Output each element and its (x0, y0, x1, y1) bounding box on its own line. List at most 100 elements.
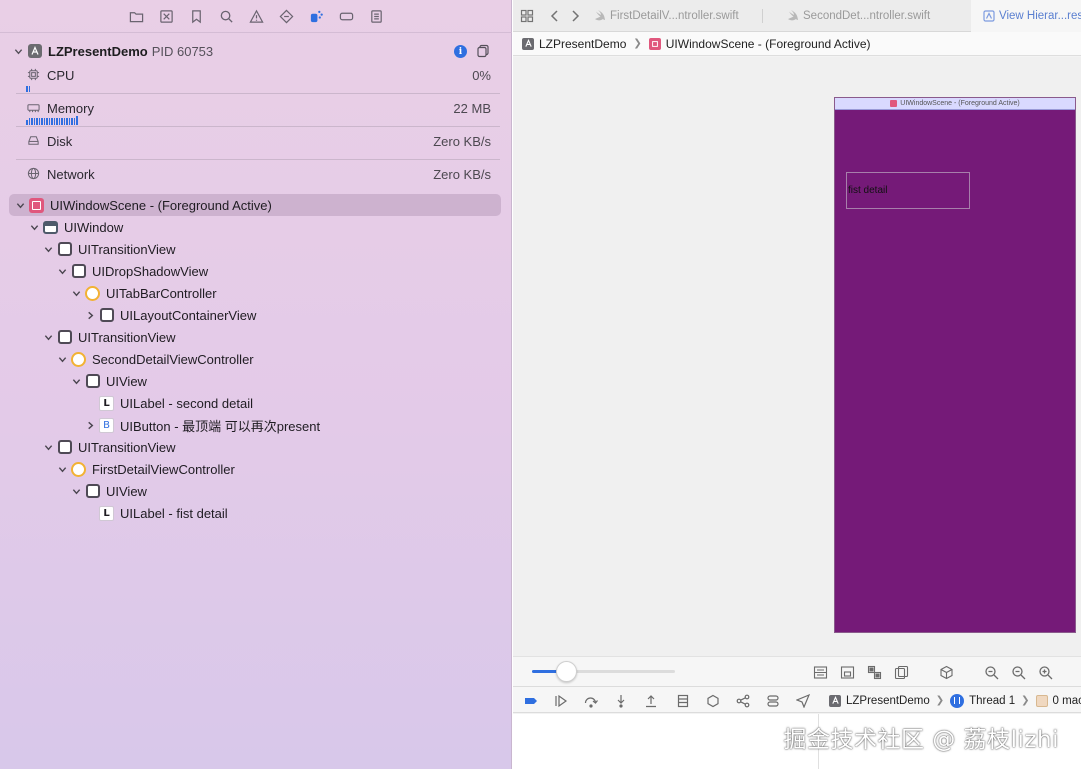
chevron-down-icon[interactable] (14, 199, 26, 211)
jump-bar: LZPresentDemo ❯ UIWindowScene - (Foregro… (513, 32, 1081, 56)
tab-label: View Hierar...res (999, 10, 1081, 22)
tab-label: SecondDet...ntroller.swift (803, 10, 931, 22)
jumpbar-scene[interactable]: UIWindowScene - (Foreground Active) (666, 37, 871, 51)
tree-row[interactable]: SecondDetailViewController (9, 348, 501, 370)
search-icon[interactable] (218, 8, 234, 24)
memory-icon (27, 101, 40, 114)
cpu-sparkline (26, 82, 30, 92)
tree-row[interactable]: UIView (9, 480, 501, 502)
process-row[interactable]: LZPresentDemo PID 60753 (12, 42, 213, 60)
tree-row[interactable]: UILayoutContainerView (9, 304, 501, 326)
label-icon: L (99, 505, 114, 521)
tree-row[interactable]: UITabBarController (9, 282, 501, 304)
step-over-icon[interactable] (583, 693, 598, 708)
gauge-value: 0% (472, 68, 491, 83)
chevron-down-icon[interactable] (28, 221, 40, 233)
zoom-actual-icon[interactable] (1010, 664, 1026, 680)
chevron-right-icon[interactable] (84, 309, 96, 321)
gauge-memory[interactable]: Memory 22 MB (16, 94, 500, 127)
scene-title-bar: UIWindowScene - (Foreground Active) (835, 98, 1075, 110)
window-scene-preview[interactable]: UIWindowScene - (Foreground Active) fist… (834, 97, 1076, 633)
chevron-down-icon[interactable] (56, 265, 68, 277)
tree-row-label: UILayoutContainerView (120, 307, 257, 323)
orient-3d-icon[interactable] (938, 664, 954, 680)
show-clipped-icon[interactable] (812, 664, 828, 680)
info-icon[interactable]: i (454, 45, 467, 58)
cpu-chip-icon (27, 68, 40, 81)
slider-knob[interactable] (555, 661, 577, 682)
tree-row[interactable]: UIWindow (9, 216, 501, 238)
gauge-network[interactable]: Network Zero KB/s (16, 160, 500, 193)
tab-separator (762, 9, 763, 23)
gauge-label: Memory (47, 101, 94, 116)
tree-row-label: SecondDetailViewController (92, 351, 254, 367)
warning-icon[interactable] (248, 8, 264, 24)
gauge-label: Disk (47, 134, 73, 149)
tree-row[interactable]: UIDropShadowView (9, 260, 501, 282)
chevron-down-icon[interactable] (12, 45, 24, 57)
chevron-down-icon[interactable] (70, 375, 82, 387)
label-preview[interactable]: fist detail (846, 172, 970, 209)
environment-overrides-icon[interactable] (765, 693, 780, 708)
chevron-down-icon[interactable] (56, 463, 68, 475)
folder-icon[interactable] (128, 8, 144, 24)
label-icon: L (99, 395, 114, 411)
breakpoints-toggle-icon[interactable] (523, 693, 538, 708)
duplicate-icon[interactable] (476, 44, 490, 58)
tab-view-hierarchy[interactable]: View Hierar...res (971, 0, 1081, 32)
tab-first-detail[interactable]: FirstDetailV...ntroller.swift (591, 0, 761, 32)
change-canvas-icon[interactable] (893, 664, 909, 680)
source-control-icon[interactable] (158, 8, 174, 24)
tree-row-label: UIButton - 最顶端 可以再次present (120, 418, 321, 434)
grid-icon[interactable] (519, 8, 535, 24)
zoom-out-icon[interactable] (983, 664, 999, 680)
spacing-slider[interactable] (532, 670, 675, 673)
forward-chevron-icon[interactable] (567, 8, 583, 24)
tree-row[interactable]: UITransitionView (9, 326, 501, 348)
chevron-right-icon[interactable] (84, 419, 96, 431)
simulate-location-icon[interactable] (795, 693, 810, 708)
gauge-disk[interactable]: Disk Zero KB/s (16, 127, 500, 160)
debug-navigator-icon[interactable] (308, 8, 324, 24)
debug-navigator: LZPresentDemo PID 60753 i CPU 0% Memory … (0, 0, 512, 769)
adjust-view-mode-icon[interactable] (866, 664, 882, 680)
disk-icon (27, 134, 40, 147)
chevron-down-icon[interactable] (42, 441, 54, 453)
swift-file-icon (594, 10, 606, 22)
debug-memory-graph-icon[interactable] (705, 693, 720, 708)
gauge-value: Zero KB/s (433, 134, 491, 149)
gauge-cpu[interactable]: CPU 0% (16, 61, 500, 94)
continue-icon[interactable] (553, 693, 568, 708)
debug-view-hierarchy-icon[interactable] (675, 693, 690, 708)
chevron-down-icon[interactable] (56, 353, 68, 365)
chevron-down-icon[interactable] (70, 485, 82, 497)
chevron-down-icon[interactable] (70, 287, 82, 299)
tree-row[interactable]: B UIButton - 最顶端 可以再次present (9, 414, 501, 436)
tree-row[interactable]: UIWindowScene - (Foreground Active) (9, 194, 501, 216)
breakpoint-icon[interactable] (338, 8, 354, 24)
jumpbar-app[interactable]: LZPresentDemo (539, 37, 626, 51)
tab-second-detail[interactable]: SecondDet...ntroller.swift (771, 0, 957, 32)
report-icon[interactable] (368, 8, 384, 24)
zoom-in-icon[interactable] (1037, 664, 1053, 680)
memory-graph-icon[interactable] (735, 693, 750, 708)
view-hierarchy-canvas[interactable]: UIWindowScene - (Foreground Active) fist… (513, 57, 1081, 656)
step-into-icon[interactable] (613, 693, 628, 708)
tree-row[interactable]: L UILabel - fist detail (9, 502, 501, 524)
globe-icon (27, 167, 40, 180)
tree-row[interactable]: UITransitionView (9, 238, 501, 260)
test-diamond-icon[interactable] (278, 8, 294, 24)
chevron-down-icon[interactable] (42, 331, 54, 343)
tree-row[interactable]: UIView (9, 370, 501, 392)
chevron-down-icon[interactable] (42, 243, 54, 255)
debug-crumb-app[interactable]: LZPresentDemo ❯ Thread 1 ❯ 0 mac (829, 687, 1081, 714)
bookmark-icon[interactable] (188, 8, 204, 24)
show-constraints-icon[interactable] (839, 664, 855, 680)
tree-row[interactable]: FirstDetailViewController (9, 458, 501, 480)
tree-row-label: UIWindowScene - (Foreground Active) (50, 197, 272, 213)
back-chevron-icon[interactable] (547, 8, 563, 24)
step-out-icon[interactable] (643, 693, 658, 708)
tree-row[interactable]: UITransitionView (9, 436, 501, 458)
debug-console[interactable]: 掘金技术社区 @ 荔枝lizhi (513, 714, 1081, 769)
tree-row[interactable]: L UILabel - second detail (9, 392, 501, 414)
